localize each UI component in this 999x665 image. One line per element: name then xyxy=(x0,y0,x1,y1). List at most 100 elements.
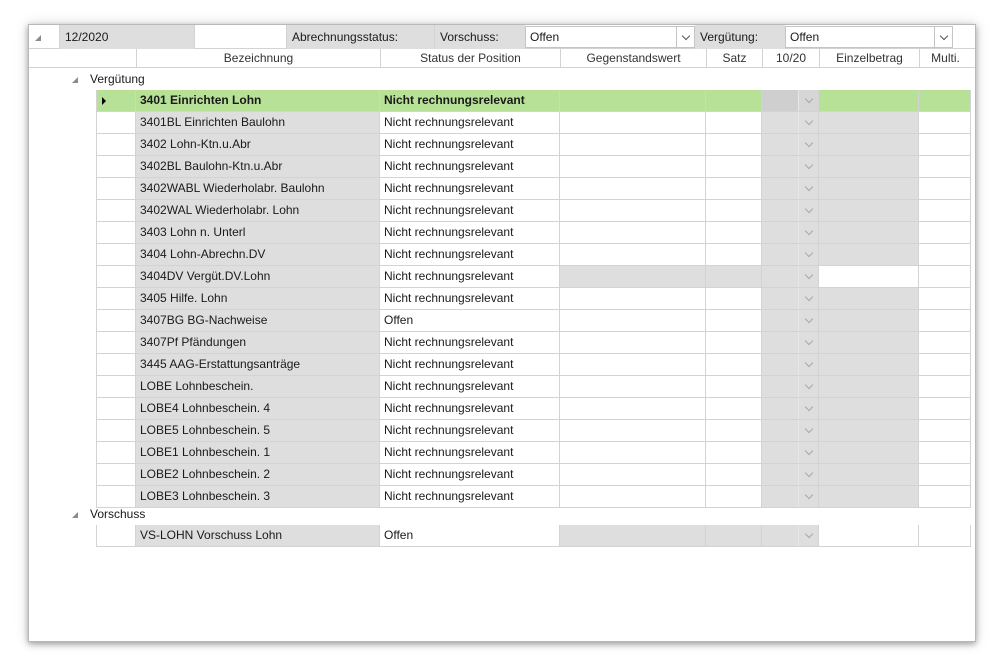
cell-multi[interactable] xyxy=(919,90,971,112)
cell-dropdown-button[interactable] xyxy=(798,244,818,265)
cell-1020-dropdown[interactable] xyxy=(762,178,819,200)
cell-multi[interactable] xyxy=(919,398,971,420)
cell-dropdown-button[interactable] xyxy=(798,222,818,243)
cell-satz[interactable] xyxy=(706,112,762,134)
table-row[interactable]: 3401 Einrichten Lohn Nicht rechnungsrelev… xyxy=(96,90,975,112)
table-row[interactable]: VS-LOHN Vorschuss Lohn Offen xyxy=(96,525,975,547)
table-row[interactable]: 3402WAL Wiederholabr. Lohn Nicht rechnung… xyxy=(96,200,975,222)
table-row[interactable]: 3402BL Baulohn-Ktn.u.Abr Nicht rechnungsr… xyxy=(96,156,975,178)
cell-dropdown-button[interactable] xyxy=(798,398,818,419)
cell-status[interactable]: Nicht rechnungsrelevant xyxy=(380,464,560,486)
cell-gegenstandswert[interactable] xyxy=(560,244,706,266)
cell-1020-dropdown[interactable] xyxy=(762,525,819,547)
cell-status[interactable]: Nicht rechnungsrelevant xyxy=(380,442,560,464)
cell-satz[interactable] xyxy=(706,288,762,310)
row-selector[interactable] xyxy=(96,464,136,486)
cell-status[interactable]: Nicht rechnungsrelevant xyxy=(380,112,560,134)
cell-status[interactable]: Nicht rechnungsrelevant xyxy=(380,420,560,442)
cell-satz[interactable] xyxy=(706,420,762,442)
cell-multi[interactable] xyxy=(919,354,971,376)
cell-1020-dropdown[interactable] xyxy=(762,266,819,288)
row-selector[interactable] xyxy=(96,332,136,354)
cell-multi[interactable] xyxy=(919,376,971,398)
row-selector[interactable] xyxy=(96,442,136,464)
column-header-einzelbetrag[interactable]: Einzelbetrag xyxy=(819,49,919,68)
cell-multi[interactable] xyxy=(919,442,971,464)
cell-satz[interactable] xyxy=(706,244,762,266)
cell-dropdown-button[interactable] xyxy=(798,134,818,155)
cell-einzelbetrag[interactable] xyxy=(819,178,919,200)
table-row[interactable]: 3401BL Einrichten Baulohn Nicht rechnungs… xyxy=(96,112,975,134)
cell-1020-dropdown[interactable] xyxy=(762,134,819,156)
row-selector[interactable] xyxy=(96,420,136,442)
row-selector[interactable] xyxy=(96,90,136,112)
cell-multi[interactable] xyxy=(919,244,971,266)
cell-status[interactable]: Nicht rechnungsrelevant xyxy=(380,266,560,288)
cell-multi[interactable] xyxy=(919,156,971,178)
cell-1020-dropdown[interactable] xyxy=(762,288,819,310)
cell-satz[interactable] xyxy=(706,266,762,288)
table-row[interactable]: LOBE5 Lohnbeschein. 5 Nicht rechnungsrele… xyxy=(96,420,975,442)
column-header-satz[interactable]: Satz xyxy=(706,49,762,68)
table-row[interactable]: 3402WABL Wiederholabr. Baulohn Nicht rech… xyxy=(96,178,975,200)
cell-multi[interactable] xyxy=(919,332,971,354)
cell-satz[interactable] xyxy=(706,332,762,354)
row-selector[interactable] xyxy=(96,525,136,547)
cell-multi[interactable] xyxy=(919,222,971,244)
cell-satz[interactable] xyxy=(706,156,762,178)
cell-gegenstandswert[interactable] xyxy=(560,332,706,354)
cell-gegenstandswert[interactable] xyxy=(560,376,706,398)
row-selector[interactable] xyxy=(96,112,136,134)
cell-dropdown-button[interactable] xyxy=(798,420,818,441)
cell-gegenstandswert[interactable] xyxy=(560,354,706,376)
cell-gegenstandswert[interactable] xyxy=(560,266,706,288)
row-selector[interactable] xyxy=(96,310,136,332)
cell-status[interactable]: Nicht rechnungsrelevant xyxy=(380,134,560,156)
cell-status[interactable]: Nicht rechnungsrelevant xyxy=(380,90,560,112)
table-row[interactable]: LOBE Lohnbeschein. Nicht rechnungsrelevan… xyxy=(96,376,975,398)
row-selector[interactable] xyxy=(96,376,136,398)
cell-1020-dropdown[interactable] xyxy=(762,354,819,376)
row-selector[interactable] xyxy=(96,354,136,376)
table-row[interactable]: LOBE2 Lohnbeschein. 2 Nicht rechnungsrele… xyxy=(96,464,975,486)
cell-status[interactable]: Nicht rechnungsrelevant xyxy=(380,398,560,420)
cell-gegenstandswert[interactable] xyxy=(560,398,706,420)
cell-dropdown-button[interactable] xyxy=(798,376,818,397)
cell-satz[interactable] xyxy=(706,90,762,112)
cell-dropdown-button[interactable] xyxy=(798,90,818,111)
table-row[interactable]: 3445 AAG-Erstattungsanträge Nicht rechnun… xyxy=(96,354,975,376)
table-row[interactable]: 3405 Hilfe. Lohn Nicht rechnungsrelevant xyxy=(96,288,975,310)
cell-satz[interactable] xyxy=(706,376,762,398)
cell-einzelbetrag[interactable] xyxy=(819,134,919,156)
cell-status[interactable]: Nicht rechnungsrelevant xyxy=(380,288,560,310)
cell-multi[interactable] xyxy=(919,525,971,547)
table-row[interactable]: LOBE4 Lohnbeschein. 4 Nicht rechnungsrele… xyxy=(96,398,975,420)
cell-satz[interactable] xyxy=(706,178,762,200)
cell-einzelbetrag[interactable] xyxy=(819,332,919,354)
cell-gegenstandswert[interactable] xyxy=(560,222,706,244)
cell-gegenstandswert[interactable] xyxy=(560,112,706,134)
cell-status[interactable]: Nicht rechnungsrelevant xyxy=(380,376,560,398)
cell-einzelbetrag[interactable] xyxy=(819,244,919,266)
cell-multi[interactable] xyxy=(919,200,971,222)
cell-satz[interactable] xyxy=(706,464,762,486)
cell-1020-dropdown[interactable] xyxy=(762,200,819,222)
cell-gegenstandswert[interactable] xyxy=(560,420,706,442)
cell-multi[interactable] xyxy=(919,310,971,332)
cell-dropdown-button[interactable] xyxy=(798,200,818,221)
row-selector[interactable] xyxy=(96,266,136,288)
cell-1020-dropdown[interactable] xyxy=(762,156,819,178)
table-row[interactable]: LOBE1 Lohnbeschein. 1 Nicht rechnungsrele… xyxy=(96,442,975,464)
cell-dropdown-button[interactable] xyxy=(798,266,818,287)
column-header-multi[interactable]: Multi. xyxy=(919,49,971,68)
cell-multi[interactable] xyxy=(919,112,971,134)
vorschuss-dropdown-button[interactable] xyxy=(676,27,694,47)
cell-dropdown-button[interactable] xyxy=(798,525,818,546)
column-header-bezeichnung[interactable]: Bezeichnung xyxy=(136,49,380,68)
table-row[interactable]: 3404 Lohn-Abrechn.DV Nicht rechnungsrelev… xyxy=(96,244,975,266)
cell-status[interactable]: Nicht rechnungsrelevant xyxy=(380,200,560,222)
row-selector[interactable] xyxy=(96,156,136,178)
cell-multi[interactable] xyxy=(919,464,971,486)
cell-einzelbetrag[interactable] xyxy=(819,442,919,464)
row-selector[interactable] xyxy=(96,288,136,310)
